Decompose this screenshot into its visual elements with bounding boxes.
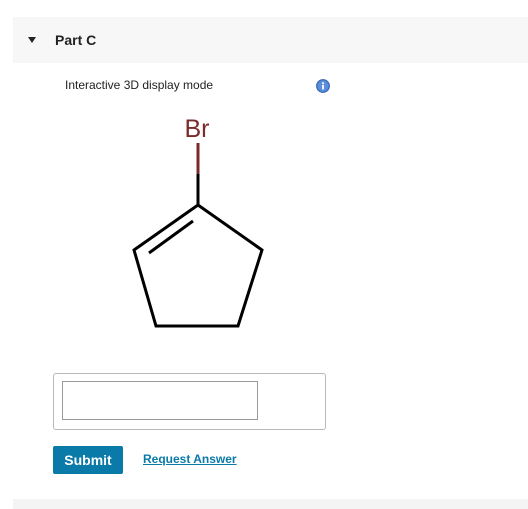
part-c-header[interactable]: Part C	[13, 17, 528, 63]
submit-button[interactable]: Submit	[53, 446, 123, 474]
info-icon[interactable]	[316, 79, 330, 93]
display-mode-label: Interactive 3D display mode	[65, 78, 214, 92]
answer-input[interactable]	[62, 381, 258, 420]
request-answer-link[interactable]: Request Answer	[143, 452, 237, 467]
bromocyclopentene-structure: Br	[132, 115, 264, 328]
bromine-label: Br	[185, 115, 210, 143]
part-title: Part C	[55, 32, 97, 48]
cyclopentene-ring	[132, 203, 264, 328]
answer-box	[53, 373, 326, 430]
footer-divider	[13, 499, 528, 509]
caret-down-icon[interactable]	[28, 37, 36, 43]
